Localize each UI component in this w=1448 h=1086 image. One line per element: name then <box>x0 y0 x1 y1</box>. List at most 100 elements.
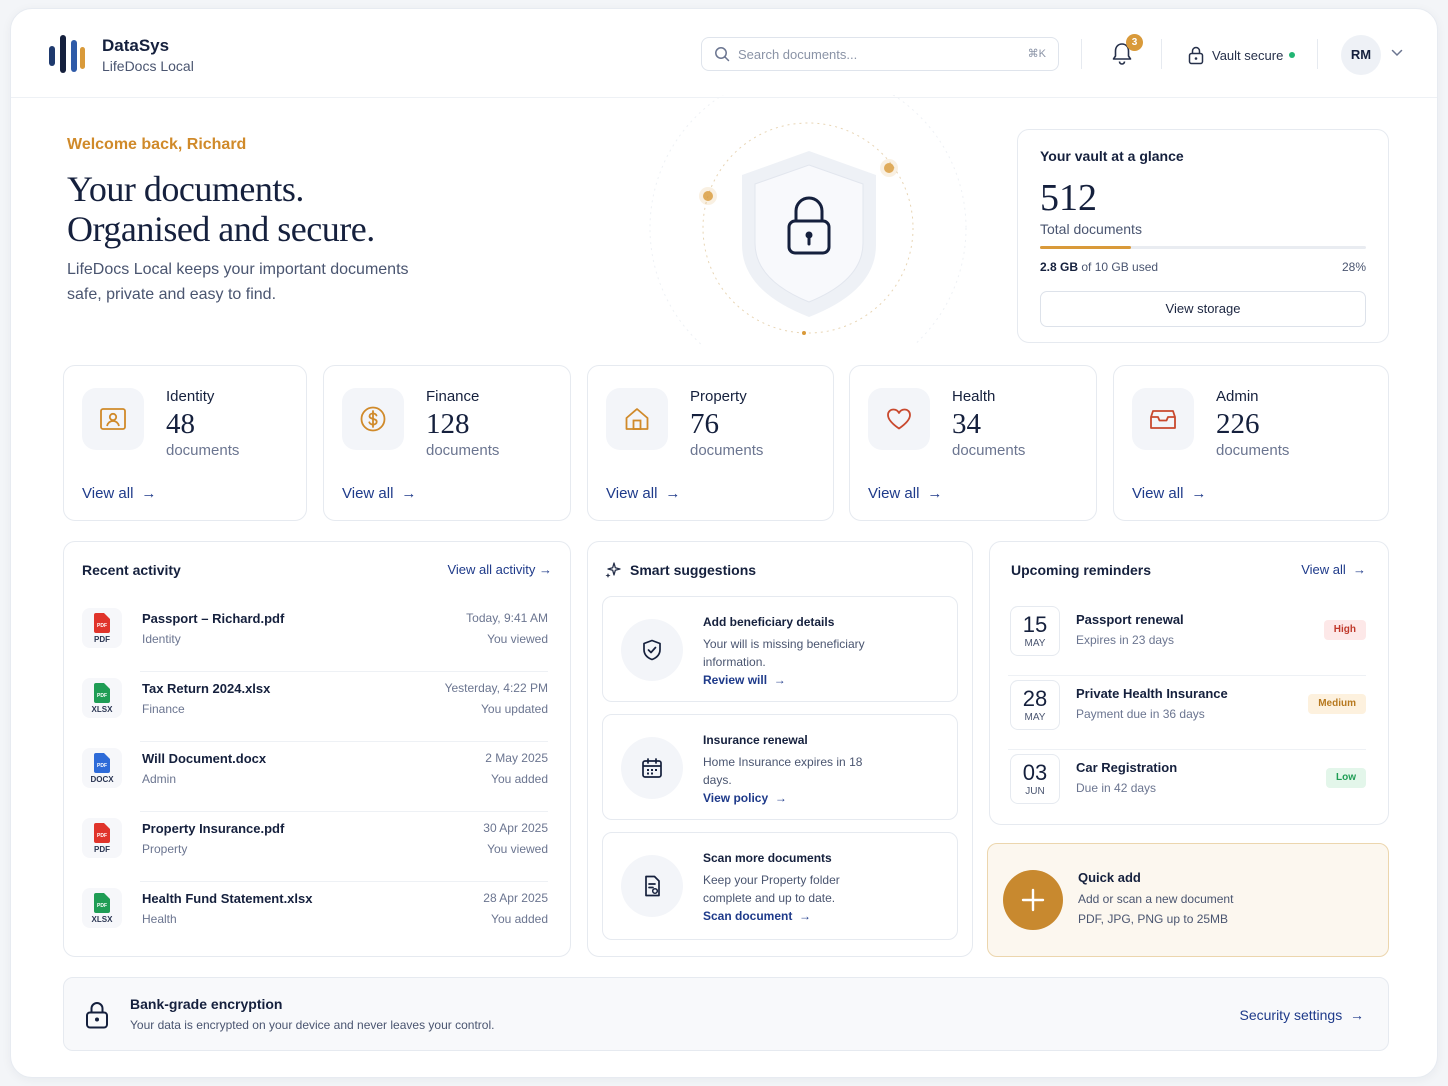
file-category: Health <box>142 912 177 926</box>
category-card-identity[interactable]: Identity 48 documents View all → <box>63 365 307 521</box>
link-label: View all <box>606 485 658 502</box>
file-extension: PDF <box>94 845 110 854</box>
view-all-admin-link[interactable]: View all → <box>1132 485 1206 502</box>
category-card-health[interactable]: Health 34 documents View all → <box>849 365 1097 521</box>
category-icon-tile <box>82 388 144 450</box>
link-label: View all <box>1301 562 1346 577</box>
quick-add-button[interactable] <box>1003 870 1063 930</box>
docx-file-icon: PDF <box>94 753 110 773</box>
welcome-message: Welcome back, Richard <box>67 136 247 153</box>
datasys-logo-icon <box>49 35 85 73</box>
category-name: Admin <box>1216 388 1259 405</box>
status-dot <box>1289 52 1295 58</box>
lock-icon <box>86 1002 108 1029</box>
category-count: 128 <box>426 408 470 440</box>
category-card-admin[interactable]: Admin 226 documents View all → <box>1113 365 1389 521</box>
category-unit: documents <box>690 442 764 459</box>
reminder-date: 28 MAY <box>1010 680 1060 730</box>
category-unit: documents <box>1216 442 1290 459</box>
list-item[interactable]: 28 MAY Private Health Insurance Payment … <box>1008 676 1366 750</box>
suggestion-description: Your will is missing beneficiary informa… <box>703 637 865 669</box>
list-item[interactable]: 15 MAY Passport renewal Expires in 23 da… <box>1008 602 1366 676</box>
suggestion-icon-circle <box>621 855 683 917</box>
chevron-down-icon[interactable] <box>1391 49 1403 57</box>
list-item[interactable]: 03 JUN Car Registration Due in 42 days L… <box>1008 750 1366 824</box>
panel-title: Smart suggestions <box>630 562 757 578</box>
activity-time: 28 Apr 2025 <box>483 891 548 905</box>
security-settings-link[interactable]: Security settings → <box>1240 1007 1365 1023</box>
svg-text:PDF: PDF <box>97 763 107 769</box>
category-name: Finance <box>426 388 480 405</box>
arrow-right-icon: → <box>799 909 812 923</box>
svg-text:PDF: PDF <box>97 693 107 699</box>
reminder-title: Car Registration <box>1076 760 1178 775</box>
shield-lock-illustration <box>649 95 967 345</box>
file-name: Tax Return 2024.xlsx <box>142 681 271 696</box>
recent-activity-panel: Recent activity View all activity → PDF … <box>63 541 571 957</box>
search-box[interactable]: ⌘K <box>701 37 1059 71</box>
storage-used-suffix: of 10 GB used <box>1081 260 1159 274</box>
storage-used: 2.8 GB of 10 GB used <box>1040 260 1158 274</box>
view-all-identity-link[interactable]: View all → <box>82 485 156 502</box>
category-icon-tile <box>868 388 930 450</box>
view-storage-button[interactable]: View storage <box>1040 291 1366 327</box>
arrow-right-icon: → <box>1353 562 1366 577</box>
category-card-finance[interactable]: Finance 128 documents View all → <box>323 365 571 521</box>
scan-document-link[interactable]: Scan document → <box>703 909 811 923</box>
category-card-property[interactable]: Property 76 documents View all → <box>587 365 834 521</box>
search-icon <box>715 47 730 62</box>
arrow-right-icon: → <box>1350 1007 1364 1023</box>
activity-action: You viewed <box>487 842 548 856</box>
pdf-file-icon: PDF <box>94 613 110 633</box>
view-all-property-link[interactable]: View all → <box>606 485 680 502</box>
file-name: Will Document.docx <box>142 751 267 766</box>
reminder-month: MAY <box>1024 638 1046 649</box>
category-name: Health <box>952 388 996 405</box>
table-row[interactable]: PDF XLSX Tax Return 2024.xlsx Finance Ye… <box>80 672 548 742</box>
category-unit: documents <box>952 442 1026 459</box>
glance-title: Your vault at a glance <box>1040 148 1184 164</box>
suggestion-card[interactable]: Scan more documents Keep your Property f… <box>602 832 958 940</box>
link-label: View all activity <box>447 562 536 577</box>
file-type-badge: PDF XLSX <box>82 678 122 718</box>
link-label: View all <box>342 485 394 502</box>
arrow-right-icon: → <box>773 673 786 687</box>
view-all-finance-link[interactable]: View all → <box>342 485 416 502</box>
shield-check-icon <box>643 639 661 661</box>
avatar[interactable]: RM <box>1341 35 1381 75</box>
suggestion-card[interactable]: Add beneficiary details Your will is mis… <box>602 596 958 702</box>
upcoming-reminders-panel: Upcoming reminders View all → 15 MAY Pas… <box>989 541 1389 825</box>
view-policy-link[interactable]: View policy → <box>703 791 787 805</box>
suggestion-description: Keep your Property folder complete and u… <box>703 873 840 905</box>
notification-badge: 3 <box>1126 34 1143 51</box>
activity-action: You added <box>491 772 548 786</box>
table-row[interactable]: PDF PDF Passport – Richard.pdf Identity … <box>80 602 548 672</box>
total-documents-count: 512 <box>1040 177 1097 219</box>
suggestion-icon-circle <box>621 737 683 799</box>
review-will-link[interactable]: Review will → <box>703 673 786 687</box>
view-all-reminders-link[interactable]: View all → <box>1301 562 1366 577</box>
panel-title: Upcoming reminders <box>1011 562 1152 578</box>
arrow-right-icon: → <box>774 791 787 805</box>
view-all-activity-link[interactable]: View all activity → <box>447 562 552 577</box>
suggestion-card[interactable]: Insurance renewal Home Insurance expires… <box>602 714 958 820</box>
category-unit: documents <box>426 442 500 459</box>
search-input[interactable] <box>738 43 1008 65</box>
app-window: DataSys LifeDocs Local ⌘K 3 Vault secure <box>10 8 1438 1078</box>
priority-badge: High <box>1323 620 1366 640</box>
table-row[interactable]: PDF DOCX Will Document.docx Admin 2 May … <box>80 742 548 812</box>
suggestion-description: Home Insurance expires in 18 days. <box>703 755 863 787</box>
file-type-badge: PDF DOCX <box>82 748 122 788</box>
file-type-badge: PDF PDF <box>82 818 122 858</box>
link-label: View policy <box>703 791 769 805</box>
smart-suggestions-panel: Smart suggestions Add beneficiary detail… <box>587 541 973 957</box>
table-row[interactable]: PDF XLSX Health Fund Statement.xlsx Heal… <box>80 882 548 952</box>
category-icon-tile <box>606 388 668 450</box>
total-documents-label: Total documents <box>1040 221 1142 237</box>
table-row[interactable]: PDF PDF Property Insurance.pdf Property … <box>80 812 548 882</box>
page-title-line: Your documents. <box>67 169 304 209</box>
quick-add-card[interactable]: Quick add Add or scan a new document PDF… <box>987 843 1389 957</box>
file-extension: XLSX <box>91 915 113 924</box>
view-all-health-link[interactable]: View all → <box>868 485 942 502</box>
storage-progress-bar <box>1040 246 1366 249</box>
